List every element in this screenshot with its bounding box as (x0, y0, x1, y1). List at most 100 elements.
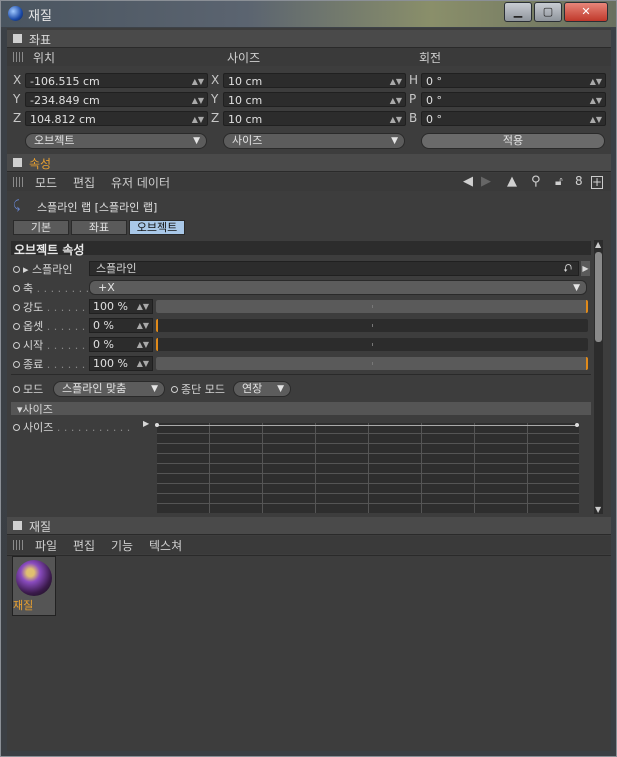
pos-y-field[interactable]: -234.849 cm ▲▼ (25, 92, 208, 107)
attribute-tabs: 기본 좌표 오브젝트 (13, 220, 313, 236)
close-button[interactable]: ✕ (564, 2, 608, 22)
end-row: 종료 . . . . . . 100 % ▲▼ (11, 356, 588, 372)
section-title: 오브젝트 속성 (11, 241, 591, 257)
strength-slider[interactable] (156, 300, 588, 313)
content-area: 좌표 위치 사이즈 회전 X -106.515 cm ▲▼ Y -234.849 … (7, 28, 611, 751)
menu-mode[interactable]: 모드 (35, 174, 57, 191)
size-z-field[interactable]: 10 cm ▲▼ (223, 111, 406, 126)
attributes-scrollbar[interactable]: ▲ ▼ (594, 240, 603, 514)
spline-wrap-icon: ⤹ (13, 198, 21, 212)
material-tile[interactable]: 재질 (12, 556, 56, 616)
keyframe-dot-icon[interactable] (13, 285, 20, 292)
panel-toggle-icon[interactable] (13, 34, 22, 43)
curve-point[interactable] (155, 423, 159, 427)
back-arrow-icon[interactable]: ◀ (463, 174, 473, 189)
offset-slider[interactable] (156, 319, 588, 332)
menu-user-data[interactable]: 유저 데이터 (111, 174, 170, 191)
size-mode-select[interactable]: 사이즈 ▼ (223, 133, 405, 149)
mode-row: 모드 스플라인 맞춤 ▼ 종단 모드 연장 ▼ (11, 381, 587, 397)
menu-texture[interactable]: 텍스쳐 (149, 537, 182, 554)
menu-file[interactable]: 파일 (35, 537, 57, 554)
keyframe-dot-icon[interactable] (13, 266, 20, 273)
col-position-label: 위치 (33, 51, 56, 65)
grip-icon[interactable] (13, 52, 25, 62)
end-label: 종료 . . . . . . (23, 358, 86, 371)
rot-p-field[interactable]: 0 ° ▲▼ (421, 92, 606, 107)
pos-z-field[interactable]: 104.812 cm ▲▼ (25, 111, 208, 126)
size-x-axis: X (211, 73, 220, 87)
attributes-panel-title: 속성 (29, 157, 52, 171)
size-y-field[interactable]: 10 cm ▲▼ (223, 92, 406, 107)
start-slider[interactable] (156, 338, 588, 351)
keyframe-dot-icon[interactable] (13, 304, 20, 311)
col-size-label: 사이즈 (227, 51, 261, 65)
grip-icon[interactable] (13, 540, 25, 550)
offset-row: 옵셋 . . . . . . 0 % ▲▼ (11, 318, 588, 334)
start-field[interactable]: 0 % ▲▼ (89, 337, 153, 352)
material-panel-header[interactable]: 재질 (7, 517, 611, 535)
spline-pick-icon[interactable]: ⮏ (563, 262, 572, 275)
up-arrow-icon[interactable]: ▲ (507, 174, 517, 189)
tab-coords[interactable]: 좌표 (71, 220, 127, 235)
material-panel-title: 재질 (29, 520, 52, 534)
coord-mode-select[interactable]: 오브젝트 ▼ (25, 133, 207, 149)
mode-select[interactable]: 스플라인 맞춤 ▼ (53, 381, 165, 397)
rot-b-field[interactable]: 0 ° ▲▼ (421, 111, 606, 126)
keyframe-dot-icon[interactable] (13, 386, 20, 393)
end-field[interactable]: 100 % ▲▼ (89, 356, 153, 371)
lock-icon[interactable]: 🔓︎ (555, 174, 563, 189)
apply-button[interactable]: 적용 (421, 133, 605, 149)
coords-panel-header[interactable]: 좌표 (7, 30, 611, 48)
search-icon[interactable]: ⚲ (531, 174, 541, 189)
expand-arrow-icon[interactable]: ▶ (143, 419, 149, 428)
minimize-button[interactable]: ▁ (504, 2, 532, 22)
size-curve-label: 사이즈 . . . . . . . . . . . (23, 421, 131, 434)
strength-field[interactable]: 100 % ▲▼ (89, 299, 153, 314)
scroll-up-icon[interactable]: ▲ (595, 240, 601, 249)
link-icon[interactable]: 8 (575, 174, 583, 188)
scrollbar-thumb[interactable] (595, 252, 602, 342)
rot-h-field[interactable]: 0 ° ▲▼ (421, 73, 606, 88)
end-slider[interactable] (156, 357, 588, 370)
tab-object[interactable]: 오브젝트 (129, 220, 185, 235)
strength-label: 강도 . . . . . . (23, 301, 86, 314)
panel-toggle-icon[interactable] (13, 521, 22, 530)
expand-arrow-icon[interactable]: ▶ (581, 261, 590, 276)
size-x-field[interactable]: 10 cm ▲▼ (223, 73, 406, 88)
title-bar[interactable]: 재질 ▁ ▢ ✕ (1, 1, 616, 27)
menu-edit[interactable]: 편집 (73, 174, 95, 191)
menu-function[interactable]: 기능 (111, 537, 133, 554)
keyframe-dot-icon[interactable] (13, 424, 20, 431)
size-y-axis: Y (211, 92, 219, 106)
divider (7, 555, 611, 556)
attributes-panel-header[interactable]: 속성 (7, 154, 611, 172)
forward-arrow-icon[interactable]: ▶ (481, 174, 491, 189)
keyframe-dot-icon[interactable] (13, 361, 20, 368)
pos-x-axis: X (13, 73, 22, 87)
offset-field[interactable]: 0 % ▲▼ (89, 318, 153, 333)
size-z-axis: Z (211, 111, 220, 125)
panel-toggle-icon[interactable] (13, 158, 22, 167)
mode-label: 모드 (23, 383, 44, 396)
grip-icon[interactable] (13, 177, 25, 187)
new-panel-icon[interactable]: + (591, 176, 603, 189)
maximize-button[interactable]: ▢ (534, 2, 562, 22)
start-row: 시작 . . . . . . 0 % ▲▼ (11, 337, 588, 353)
pos-z-axis: Z (13, 111, 22, 125)
menu-edit[interactable]: 편집 (73, 537, 95, 554)
keyframe-dot-icon[interactable] (171, 386, 178, 393)
spline-link-field[interactable]: 스플라인 ⮏ (89, 261, 579, 276)
window-title: 재질 (28, 9, 52, 24)
curve-point[interactable] (575, 423, 579, 427)
size-group-header[interactable]: ▾사이즈 (11, 402, 591, 416)
endmode-select[interactable]: 연장 ▼ (233, 381, 291, 397)
scroll-down-icon[interactable]: ▼ (595, 505, 601, 514)
col-rotation-label: 회전 (419, 51, 442, 65)
tab-basic[interactable]: 기본 (13, 220, 69, 235)
pos-x-field[interactable]: -106.515 cm ▲▼ (25, 73, 208, 88)
size-curve-graph[interactable] (155, 423, 579, 513)
keyframe-dot-icon[interactable] (13, 323, 20, 330)
axis-select[interactable]: +X ▼ (89, 280, 587, 295)
keyframe-dot-icon[interactable] (13, 342, 20, 349)
axis-row: 축 . . . . . . . . +X ▼ (11, 280, 587, 296)
